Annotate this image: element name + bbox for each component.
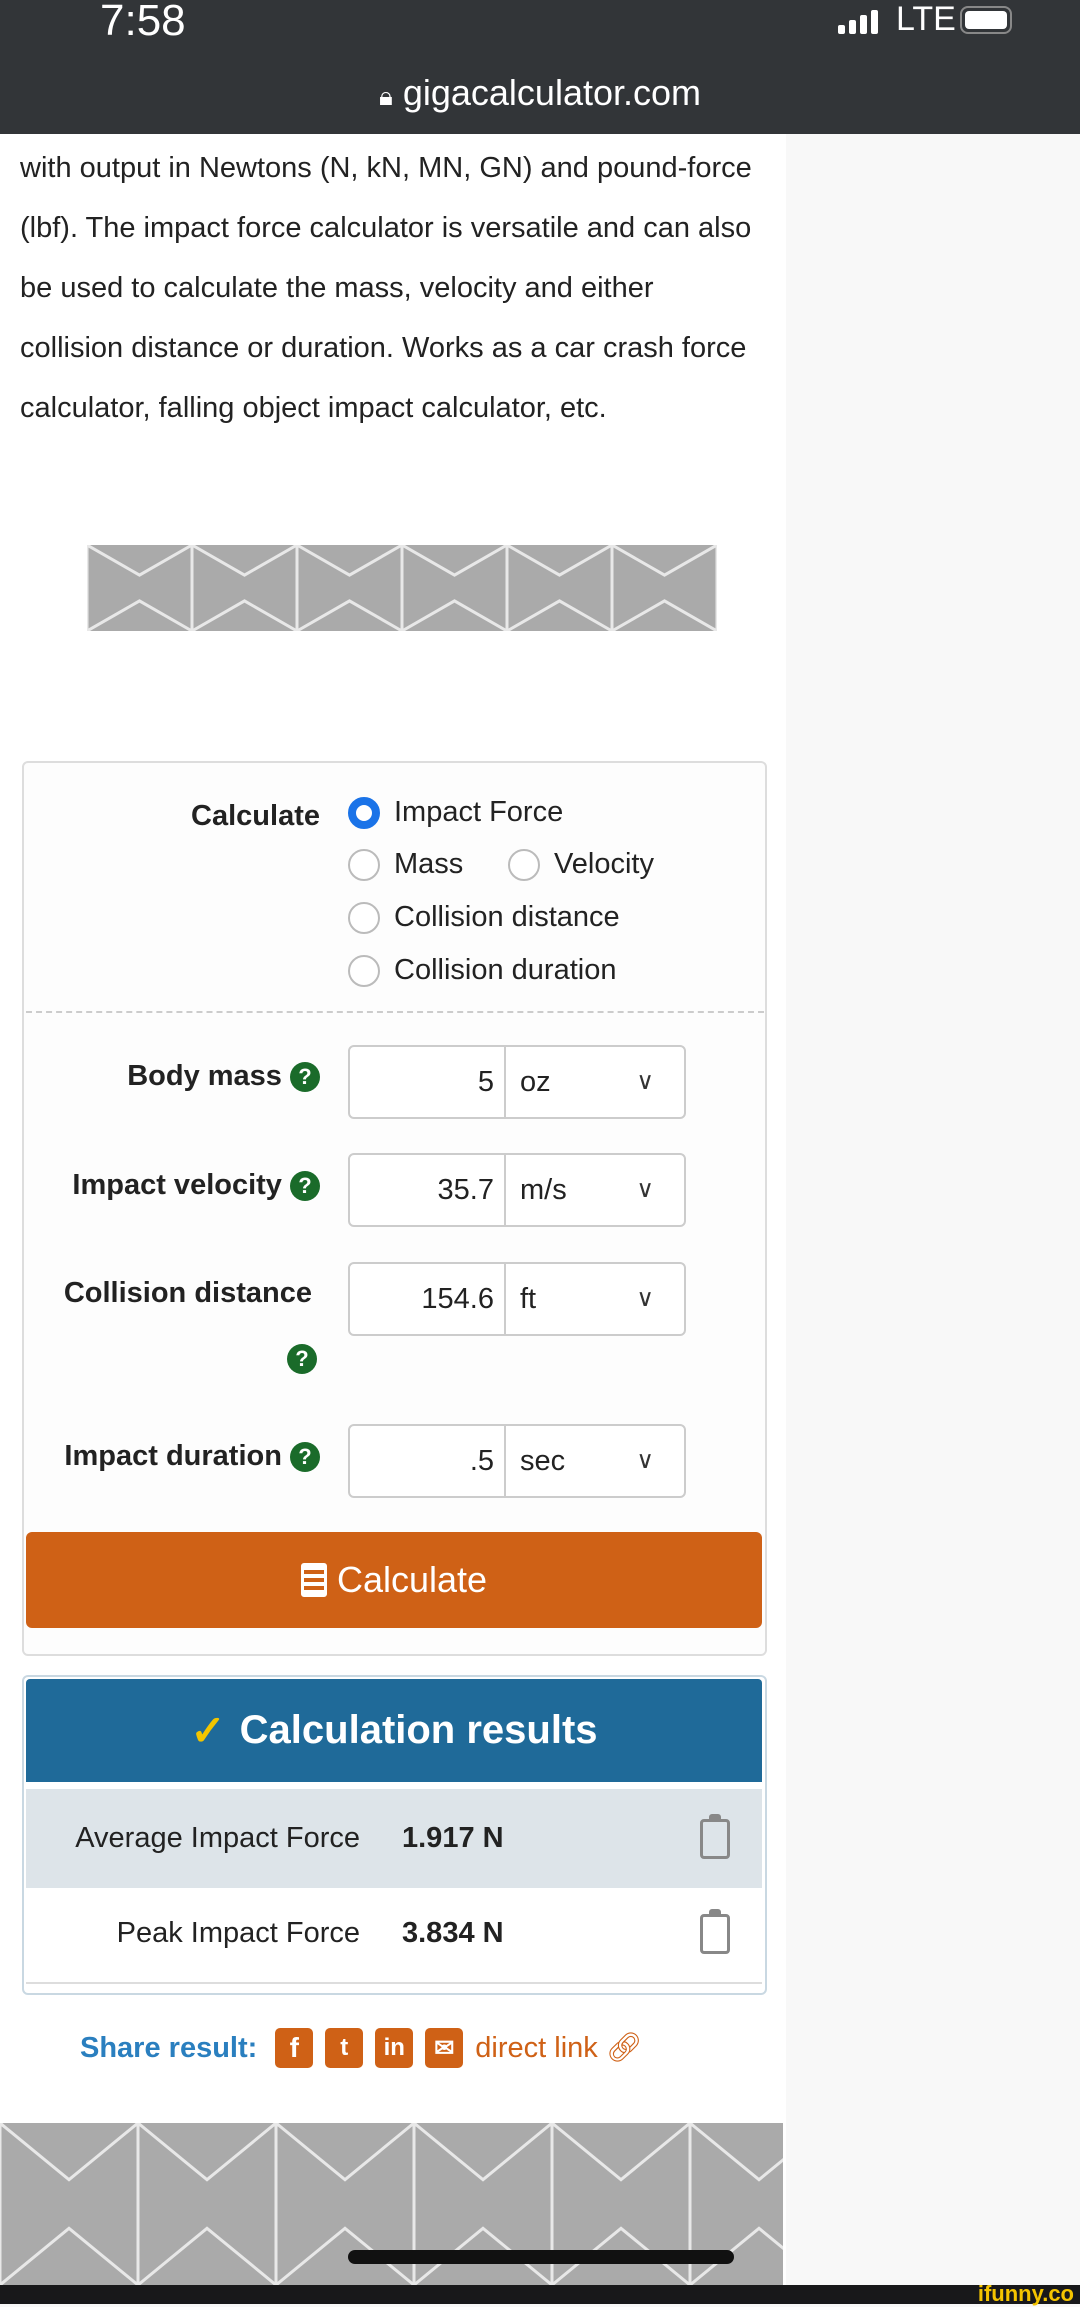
email-icon[interactable]: ✉ — [425, 2028, 464, 2068]
intro-paragraph: with output in Newtons (N, kN, MN, GN) a… — [20, 152, 752, 424]
calculator-icon — [300, 1563, 327, 1597]
help-icon[interactable]: ? — [290, 1171, 320, 1202]
radio-velocity[interactable]: Velocity — [508, 848, 654, 881]
status-bar: 7:58 LTE 🔒︎ gigacalculator.com — [0, 0, 1080, 134]
radio-impact-force[interactable]: Impact Force — [348, 796, 563, 829]
chevron-down-icon: ∨ — [636, 1447, 654, 1474]
impact-velocity-value[interactable]: 35.7 — [350, 1155, 506, 1225]
watermark-bar: ifunny.co — [0, 2281, 1080, 2306]
results-title: Calculation results — [239, 1708, 598, 1752]
result-row: Average Impact Force 1.917 N — [26, 1789, 762, 1888]
home-indicator — [348, 2250, 734, 2264]
signal-icon — [838, 10, 878, 34]
share-label: Share result: — [80, 2031, 258, 2064]
url-text: gigacalculator.com — [402, 72, 702, 113]
collision-distance-label: Collision distance — [63, 1277, 312, 1309]
calculate-label: Calculate — [191, 800, 320, 832]
body-mass-label: Body mass ? — [40, 1060, 320, 1093]
impact-duration-label: Impact duration ? — [20, 1440, 320, 1473]
help-icon[interactable]: ? — [290, 1442, 320, 1473]
radio-icon — [348, 848, 380, 881]
calculate-button-label: Calculate — [336, 1559, 488, 1600]
help-icon[interactable]: ? — [287, 1344, 317, 1374]
impact-velocity-label: Impact velocity ? — [20, 1169, 320, 1202]
facebook-icon[interactable]: f — [275, 2028, 314, 2068]
body-mass-unit-select[interactable]: oz ∨ — [506, 1047, 684, 1117]
divider — [26, 1011, 764, 1013]
result-value: 1.917 N — [402, 1822, 504, 1854]
battery-icon — [960, 6, 1012, 34]
radio-collision-duration[interactable]: Collision duration — [348, 954, 616, 987]
chevron-down-icon: ∨ — [636, 1068, 654, 1095]
radio-icon — [348, 954, 380, 987]
result-value: 3.834 N — [402, 1917, 504, 1949]
clipboard-icon[interactable] — [700, 1908, 730, 1954]
share-bar: Share result: f t in ✉ direct link 🔗︎ — [80, 2028, 643, 2068]
help-icon[interactable]: ? — [290, 1062, 320, 1093]
radio-label: Impact Force — [394, 796, 564, 828]
clipboard-icon[interactable] — [700, 1813, 730, 1859]
collision-distance-input[interactable]: 154.6 ft ∨ — [348, 1262, 686, 1336]
results-header: ✓ Calculation results — [26, 1679, 762, 1782]
pattern-lines — [87, 545, 717, 631]
radio-label: Velocity — [554, 848, 654, 880]
radio-collision-distance[interactable]: Collision distance — [348, 901, 620, 934]
ifunny-watermark: ifunny.co — [977, 2281, 1074, 2306]
chevron-down-icon: ∨ — [636, 1285, 654, 1312]
clock: 7:58 — [100, 0, 186, 45]
network-label: LTE — [896, 0, 956, 38]
impact-duration-input[interactable]: .5 sec ∨ — [348, 1424, 686, 1498]
body-mass-value[interactable]: 5 — [350, 1047, 506, 1117]
ad-banner-top[interactable] — [87, 545, 717, 631]
address-bar[interactable]: 🔒︎ gigacalculator.com — [0, 72, 1080, 114]
radio-label: Collision duration — [394, 954, 617, 986]
radio-icon-selected — [348, 796, 380, 829]
body-mass-input[interactable]: 5 oz ∨ — [348, 1045, 686, 1119]
collision-distance-value[interactable]: 154.6 — [350, 1264, 506, 1334]
link-icon: 🔗︎ — [605, 2032, 643, 2064]
impact-duration-unit-select[interactable]: sec ∨ — [506, 1426, 684, 1496]
collision-distance-unit-select[interactable]: ft ∨ — [506, 1264, 684, 1334]
radio-label: Mass — [394, 848, 464, 880]
result-label: Peak Impact Force — [116, 1917, 360, 1949]
result-row: Peak Impact Force 3.834 N — [26, 1885, 762, 1984]
radio-icon — [508, 848, 540, 881]
twitter-icon[interactable]: t — [325, 2028, 364, 2068]
linkedin-icon[interactable]: in — [375, 2028, 414, 2068]
check-icon: ✓ — [190, 1707, 226, 1754]
chevron-down-icon: ∨ — [636, 1176, 654, 1203]
impact-velocity-input[interactable]: 35.7 m/s ∨ — [348, 1153, 686, 1227]
result-label: Average Impact Force — [75, 1822, 360, 1854]
radio-icon — [348, 901, 380, 934]
calculate-button[interactable]: Calculate — [26, 1532, 762, 1628]
direct-link[interactable]: direct link 🔗︎ — [475, 2031, 642, 2065]
impact-duration-value[interactable]: .5 — [350, 1426, 506, 1496]
radio-label: Collision distance — [394, 901, 620, 933]
radio-mass[interactable]: Mass — [348, 848, 463, 881]
lock-icon: 🔒︎ — [378, 81, 393, 111]
impact-velocity-unit-select[interactable]: m/s ∨ — [506, 1155, 684, 1225]
